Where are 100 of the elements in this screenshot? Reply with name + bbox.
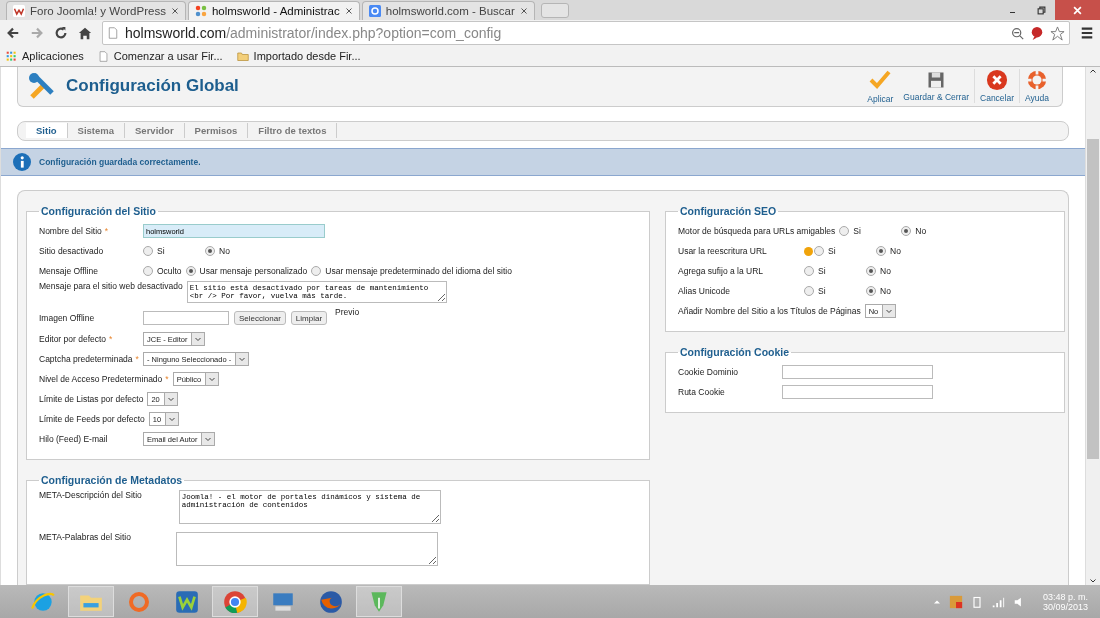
field-label: META-Descripción del Sitio [39,490,142,500]
close-icon [170,7,179,15]
dropdown-caret-icon [168,415,177,423]
field-label: Motor de búsqueda para URLs amigables [678,226,836,236]
field-label: Mensaje Offline [39,266,98,276]
radio-button[interactable] [839,226,850,236]
bookmark-link[interactable]: Importado desde Fir... [236,50,361,62]
radio-option[interactable]: Oculto [143,266,182,276]
field-label: Captcha predeterminada [39,354,133,364]
radio-option[interactable]: Si [804,266,862,276]
settings-tab[interactable]: Sistema [67,123,126,139]
image-path-field[interactable] [143,311,229,325]
close-button[interactable] [1055,0,1100,20]
required-mark: * [109,334,113,344]
radio-option[interactable]: No [901,226,960,236]
forum-logo-icon [13,5,25,17]
new-tab-button[interactable] [540,3,569,18]
field-label: Usar la reescritura URL [678,246,767,256]
search-engine-icon [368,5,381,17]
success-message: Configuración guardada correctamente. [39,157,201,167]
w-app-icon [174,588,200,615]
radio-button[interactable] [814,246,824,256]
scroll-up-icon [1089,67,1097,75]
settings-tab[interactable]: Sitio [26,123,68,139]
field-label: Ruta Cookie [678,387,725,397]
radio-button[interactable] [866,266,876,276]
bookmark-link[interactable]: Comenzar a usar Fir... [97,50,223,62]
section-title: Configuración Cookie [679,346,791,358]
dropdown-caret-icon [238,355,247,363]
radio-option[interactable]: Si [839,226,898,236]
field-label: Imagen Offline [39,313,95,323]
menu-icon [1080,26,1094,40]
radio-button[interactable] [866,286,876,296]
radio-option[interactable]: Si [143,246,201,256]
settings-tab[interactable]: Permisos [184,123,249,139]
page-icon [107,27,119,39]
apps-grid-icon [6,50,17,62]
radio-button[interactable] [205,246,215,256]
bookmark-link[interactable]: Aplicaciones [6,50,84,62]
radio-option[interactable]: No [205,246,263,256]
field-label: Hilo (Feed) E-mail [39,434,108,444]
browser-tab[interactable]: holmsworld - Administrac [187,1,360,20]
toolbar-button[interactable]: Guardar & Cerrar [898,70,974,103]
back-icon [6,26,20,40]
toolbar-button[interactable]: Aplicar [862,68,899,105]
browser-tab[interactable]: holmsworld.com - Buscar [361,1,535,20]
dropdown-caret-icon [194,335,203,343]
dropdown-caret-icon [208,375,217,383]
taskbar-clock: 03:48 p. m. 30/09/2013 [1042,591,1088,612]
page-icon [97,50,109,62]
radio-button[interactable] [901,226,912,236]
field-label: Límite de Feeds por defecto [39,414,145,424]
section-title: Configuración SEO [679,205,778,217]
field-label: META-Palabras del Sitio [39,532,131,542]
required-mark: * [165,374,169,384]
scroll-down-icon [1089,577,1097,585]
radio-option[interactable]: Usar mensaje personalizado [185,266,308,276]
radio-button[interactable] [876,246,886,256]
text-field[interactable] [782,385,933,399]
folder-icon [236,50,249,62]
restore-icon [1036,5,1046,15]
small-button[interactable]: Seleccionar [234,311,286,325]
settings-tab[interactable]: Filtro de textos [248,123,338,139]
url-text: holmsworld.com/administrator/index.php?option=com_config [125,25,503,41]
toolbar-button[interactable]: Ayuda [1019,69,1054,104]
chrome-icon [222,588,248,615]
text-area[interactable] [176,532,438,566]
browser-tab[interactable]: Foro Joomla! y WordPress [6,1,186,20]
home-icon [78,26,92,40]
radio-option[interactable]: Usar mensaje predeterminado del idioma del sitio [311,266,512,276]
radio-option[interactable]: Si [804,286,862,296]
small-button[interactable]: Limpiar [290,311,328,325]
radio-button[interactable] [804,266,814,276]
settings-tab[interactable]: Servidor [125,123,185,139]
dropdown-caret-icon [204,435,213,443]
radio-button[interactable] [143,246,153,256]
firefox-icon [318,588,344,615]
radio-button[interactable] [185,266,196,276]
dropdown-caret-icon [166,395,175,403]
field-label: Agrega sufijo a la URL [678,266,764,276]
radio-button[interactable] [311,266,322,276]
scrollbar[interactable] [1085,67,1100,585]
toolbar-button[interactable]: Cancelar [974,69,1020,104]
dropdown-caret-icon [885,307,894,315]
ring-logo-icon [127,589,151,614]
taskbar-app[interactable] [212,586,258,617]
radio-button[interactable] [143,266,153,276]
radio-option[interactable]: Si [814,246,872,256]
radio-button[interactable] [804,286,814,296]
chat-bubble-icon [1030,26,1044,40]
taskbar-app[interactable] [356,586,402,617]
text-field[interactable] [782,365,933,379]
radio-option[interactable]: No [876,246,934,256]
battery-icon [970,595,983,608]
radio-option[interactable]: No [866,266,924,276]
reload-icon [54,26,68,40]
address-bar[interactable]: holmsworld.com/administrator/index.php?option=com_config [102,21,1070,45]
radio-option[interactable]: No [866,286,924,296]
taskbar-app[interactable] [68,586,114,617]
field-label: Nombre del Sitio [39,226,102,236]
